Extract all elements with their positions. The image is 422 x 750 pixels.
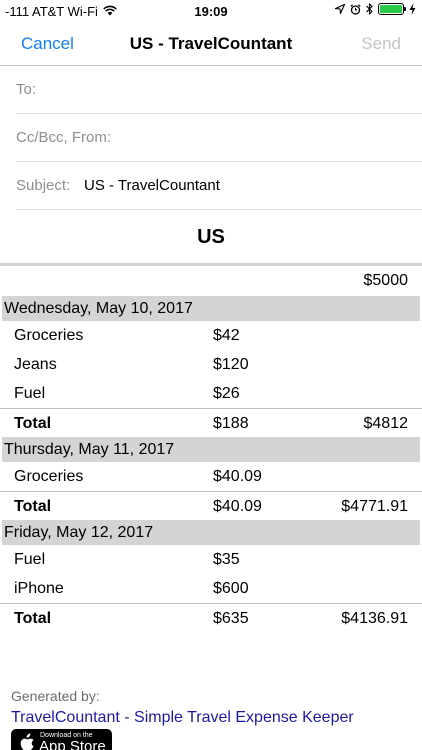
expense-name: Fuel [14,551,46,568]
starting-balance: $5000 [363,272,409,289]
status-bar: -111 AT&T Wi-Fi 19:09 [0,0,422,22]
day-header: Thursday, May 11, 2017 [2,437,420,462]
expense-row: Groceries $40.09 [0,462,422,491]
alarm-icon [350,3,361,15]
day-date: Thursday, May 11, 2017 [4,441,175,458]
to-label: To: [16,81,37,98]
subject-label: Subject: [16,177,71,194]
charging-bolt-icon [409,3,416,15]
ccbcc-label: Cc/Bcc, From: [16,129,112,146]
expense-name: Groceries [14,468,84,485]
expense-row: Jeans $120 [0,350,422,379]
expense-amount: $42 [213,327,240,344]
to-field[interactable]: To: [16,66,422,114]
running-balance: $4136.91 [341,610,408,627]
send-button[interactable]: Send [361,34,401,54]
report-footer: Generated by: TravelCountant - Simple Tr… [11,688,422,727]
day-total: $635 [213,610,249,627]
subject-value[interactable]: US - TravelCountant [84,177,220,194]
day-total-row: Total $188 $4812 [0,408,422,437]
compose-nav-bar: Cancel US - TravelCountant Send [0,22,422,66]
day-total-row: Total $635 $4136.91 [0,603,422,632]
day-header: Friday, May 12, 2017 [2,520,420,545]
total-label: Total [14,415,52,432]
expense-row: Groceries $42 [0,321,422,350]
expense-amount: $40.09 [213,468,262,485]
bluetooth-icon [366,3,373,15]
generated-by-label: Generated by: [11,688,100,704]
starting-balance-row: $5000 [0,266,422,296]
total-label: Total [14,498,52,515]
day-date: Friday, May 12, 2017 [4,524,154,541]
location-icon [335,4,345,14]
total-label: Total [14,610,52,627]
expense-amount: $26 [213,385,240,402]
day-header: Wednesday, May 10, 2017 [2,296,420,321]
expense-name: Groceries [14,327,84,344]
expense-name: Jeans [14,356,57,373]
running-balance: $4812 [363,415,409,432]
expense-amount: $120 [213,356,249,373]
app-store-badge[interactable]: Download on the App Store [11,729,112,750]
day-total-row: Total $40.09 $4771.91 [0,491,422,520]
ccbcc-field[interactable]: Cc/Bcc, From: [16,114,422,162]
running-balance: $4771.91 [341,498,408,515]
battery-icon [378,3,406,15]
day-date: Wednesday, May 10, 2017 [4,300,193,317]
apple-logo-icon [20,733,34,750]
expense-row: Fuel $26 [0,379,422,408]
day-total: $40.09 [213,498,262,515]
expense-name: iPhone [14,580,64,597]
expense-name: Fuel [14,385,46,402]
cancel-button[interactable]: Cancel [21,34,74,54]
expense-amount: $600 [213,580,249,597]
subject-field[interactable]: Subject: US - TravelCountant [16,162,422,210]
day-total: $188 [213,415,249,432]
expense-row: iPhone $600 [0,574,422,603]
app-link[interactable]: TravelCountant - Simple Travel Expense K… [11,709,354,727]
badge-store-name: App Store [39,738,106,750]
report-title: US [197,226,225,248]
expense-amount: $35 [213,551,240,568]
expense-table: $5000 Wednesday, May 10, 2017 Groceries … [0,266,422,632]
expense-row: Fuel $35 [0,545,422,574]
